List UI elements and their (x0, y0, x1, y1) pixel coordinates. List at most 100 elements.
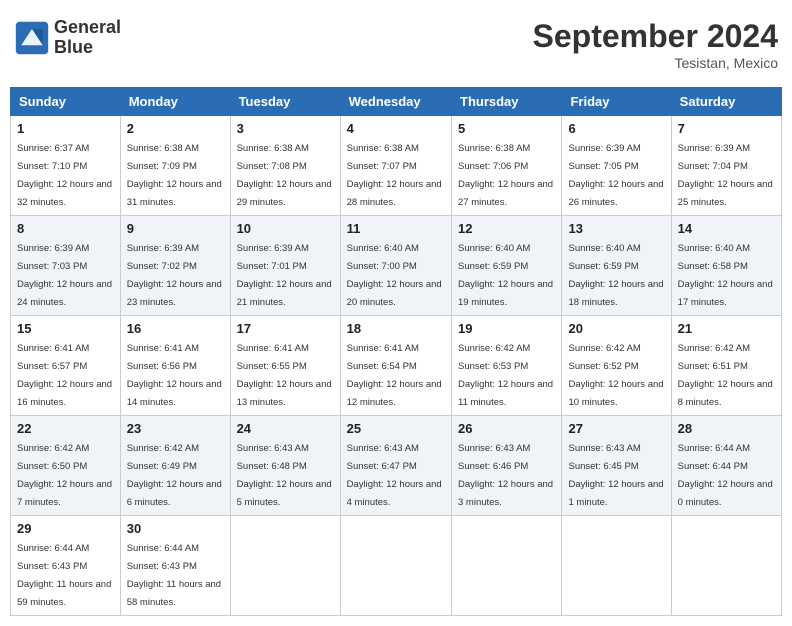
day-number: 21 (678, 321, 775, 336)
day-number: 30 (127, 521, 224, 536)
day-info: Sunrise: 6:37 AMSunset: 7:10 PMDaylight:… (17, 143, 112, 208)
calendar-cell: 26 Sunrise: 6:43 AMSunset: 6:46 PMDaylig… (452, 416, 562, 516)
calendar-cell (452, 516, 562, 616)
day-number: 18 (347, 321, 445, 336)
calendar-cell: 18 Sunrise: 6:41 AMSunset: 6:54 PMDaylig… (340, 316, 451, 416)
day-number: 19 (458, 321, 555, 336)
day-info: Sunrise: 6:42 AMSunset: 6:53 PMDaylight:… (458, 343, 553, 408)
calendar-cell: 5 Sunrise: 6:38 AMSunset: 7:06 PMDayligh… (452, 116, 562, 216)
day-number: 7 (678, 121, 775, 136)
day-number: 16 (127, 321, 224, 336)
day-number: 3 (237, 121, 334, 136)
weekday-header: Tuesday (230, 88, 340, 116)
day-info: Sunrise: 6:43 AMSunset: 6:45 PMDaylight:… (568, 443, 663, 508)
day-info: Sunrise: 6:41 AMSunset: 6:54 PMDaylight:… (347, 343, 442, 408)
day-info: Sunrise: 6:41 AMSunset: 6:56 PMDaylight:… (127, 343, 222, 408)
calendar-week-row: 15 Sunrise: 6:41 AMSunset: 6:57 PMDaylig… (11, 316, 782, 416)
calendar-cell: 4 Sunrise: 6:38 AMSunset: 7:07 PMDayligh… (340, 116, 451, 216)
calendar-week-row: 22 Sunrise: 6:42 AMSunset: 6:50 PMDaylig… (11, 416, 782, 516)
calendar-cell: 14 Sunrise: 6:40 AMSunset: 6:58 PMDaylig… (671, 216, 781, 316)
day-info: Sunrise: 6:38 AMSunset: 7:08 PMDaylight:… (237, 143, 332, 208)
calendar-cell (671, 516, 781, 616)
calendar-cell: 9 Sunrise: 6:39 AMSunset: 7:02 PMDayligh… (120, 216, 230, 316)
day-number: 4 (347, 121, 445, 136)
day-info: Sunrise: 6:42 AMSunset: 6:50 PMDaylight:… (17, 443, 112, 508)
day-number: 9 (127, 221, 224, 236)
calendar-cell: 6 Sunrise: 6:39 AMSunset: 7:05 PMDayligh… (562, 116, 671, 216)
day-info: Sunrise: 6:44 AMSunset: 6:44 PMDaylight:… (678, 443, 773, 508)
location: Tesistan, Mexico (533, 55, 778, 71)
day-number: 25 (347, 421, 445, 436)
calendar-cell (562, 516, 671, 616)
day-number: 23 (127, 421, 224, 436)
calendar-cell: 13 Sunrise: 6:40 AMSunset: 6:59 PMDaylig… (562, 216, 671, 316)
month-title: September 2024 (533, 18, 778, 55)
calendar-cell: 11 Sunrise: 6:40 AMSunset: 7:00 PMDaylig… (340, 216, 451, 316)
weekday-header: Thursday (452, 88, 562, 116)
calendar-week-row: 29 Sunrise: 6:44 AMSunset: 6:43 PMDaylig… (11, 516, 782, 616)
calendar-header-row: SundayMondayTuesdayWednesdayThursdayFrid… (11, 88, 782, 116)
day-number: 1 (17, 121, 114, 136)
calendar-cell (230, 516, 340, 616)
day-number: 26 (458, 421, 555, 436)
calendar-cell: 24 Sunrise: 6:43 AMSunset: 6:48 PMDaylig… (230, 416, 340, 516)
calendar-cell: 17 Sunrise: 6:41 AMSunset: 6:55 PMDaylig… (230, 316, 340, 416)
weekday-header: Saturday (671, 88, 781, 116)
calendar-cell: 20 Sunrise: 6:42 AMSunset: 6:52 PMDaylig… (562, 316, 671, 416)
day-number: 8 (17, 221, 114, 236)
calendar-cell: 15 Sunrise: 6:41 AMSunset: 6:57 PMDaylig… (11, 316, 121, 416)
day-info: Sunrise: 6:38 AMSunset: 7:09 PMDaylight:… (127, 143, 222, 208)
calendar-cell: 21 Sunrise: 6:42 AMSunset: 6:51 PMDaylig… (671, 316, 781, 416)
day-number: 27 (568, 421, 664, 436)
day-number: 20 (568, 321, 664, 336)
day-info: Sunrise: 6:38 AMSunset: 7:06 PMDaylight:… (458, 143, 553, 208)
calendar-body: 1 Sunrise: 6:37 AMSunset: 7:10 PMDayligh… (11, 116, 782, 616)
calendar-cell: 23 Sunrise: 6:42 AMSunset: 6:49 PMDaylig… (120, 416, 230, 516)
day-info: Sunrise: 6:39 AMSunset: 7:05 PMDaylight:… (568, 143, 663, 208)
day-number: 13 (568, 221, 664, 236)
calendar-cell: 2 Sunrise: 6:38 AMSunset: 7:09 PMDayligh… (120, 116, 230, 216)
weekday-header: Wednesday (340, 88, 451, 116)
calendar-week-row: 8 Sunrise: 6:39 AMSunset: 7:03 PMDayligh… (11, 216, 782, 316)
day-info: Sunrise: 6:44 AMSunset: 6:43 PMDaylight:… (127, 543, 221, 608)
day-number: 22 (17, 421, 114, 436)
weekday-header: Monday (120, 88, 230, 116)
day-number: 17 (237, 321, 334, 336)
day-info: Sunrise: 6:44 AMSunset: 6:43 PMDaylight:… (17, 543, 111, 608)
calendar-cell: 22 Sunrise: 6:42 AMSunset: 6:50 PMDaylig… (11, 416, 121, 516)
day-info: Sunrise: 6:40 AMSunset: 7:00 PMDaylight:… (347, 243, 442, 308)
logo-icon (14, 20, 50, 56)
calendar-cell (340, 516, 451, 616)
day-number: 12 (458, 221, 555, 236)
calendar-cell: 8 Sunrise: 6:39 AMSunset: 7:03 PMDayligh… (11, 216, 121, 316)
calendar-cell: 10 Sunrise: 6:39 AMSunset: 7:01 PMDaylig… (230, 216, 340, 316)
day-info: Sunrise: 6:41 AMSunset: 6:55 PMDaylight:… (237, 343, 332, 408)
day-info: Sunrise: 6:38 AMSunset: 7:07 PMDaylight:… (347, 143, 442, 208)
calendar-cell: 28 Sunrise: 6:44 AMSunset: 6:44 PMDaylig… (671, 416, 781, 516)
day-number: 2 (127, 121, 224, 136)
day-info: Sunrise: 6:42 AMSunset: 6:51 PMDaylight:… (678, 343, 773, 408)
day-info: Sunrise: 6:43 AMSunset: 6:47 PMDaylight:… (347, 443, 442, 508)
day-info: Sunrise: 6:39 AMSunset: 7:03 PMDaylight:… (17, 243, 112, 308)
logo-text: General Blue (54, 18, 121, 58)
day-info: Sunrise: 6:40 AMSunset: 6:59 PMDaylight:… (568, 243, 663, 308)
day-number: 28 (678, 421, 775, 436)
logo: General Blue (14, 18, 121, 58)
calendar-cell: 16 Sunrise: 6:41 AMSunset: 6:56 PMDaylig… (120, 316, 230, 416)
day-number: 10 (237, 221, 334, 236)
calendar-cell: 29 Sunrise: 6:44 AMSunset: 6:43 PMDaylig… (11, 516, 121, 616)
title-block: September 2024 Tesistan, Mexico (533, 18, 778, 71)
calendar-table: SundayMondayTuesdayWednesdayThursdayFrid… (10, 87, 782, 616)
day-info: Sunrise: 6:40 AMSunset: 6:58 PMDaylight:… (678, 243, 773, 308)
day-number: 6 (568, 121, 664, 136)
weekday-header: Sunday (11, 88, 121, 116)
calendar-cell: 30 Sunrise: 6:44 AMSunset: 6:43 PMDaylig… (120, 516, 230, 616)
page-header: General Blue September 2024 Tesistan, Me… (10, 10, 782, 79)
calendar-cell: 27 Sunrise: 6:43 AMSunset: 6:45 PMDaylig… (562, 416, 671, 516)
calendar-cell: 19 Sunrise: 6:42 AMSunset: 6:53 PMDaylig… (452, 316, 562, 416)
day-info: Sunrise: 6:43 AMSunset: 6:48 PMDaylight:… (237, 443, 332, 508)
day-number: 29 (17, 521, 114, 536)
calendar-week-row: 1 Sunrise: 6:37 AMSunset: 7:10 PMDayligh… (11, 116, 782, 216)
calendar-cell: 12 Sunrise: 6:40 AMSunset: 6:59 PMDaylig… (452, 216, 562, 316)
calendar-cell: 25 Sunrise: 6:43 AMSunset: 6:47 PMDaylig… (340, 416, 451, 516)
